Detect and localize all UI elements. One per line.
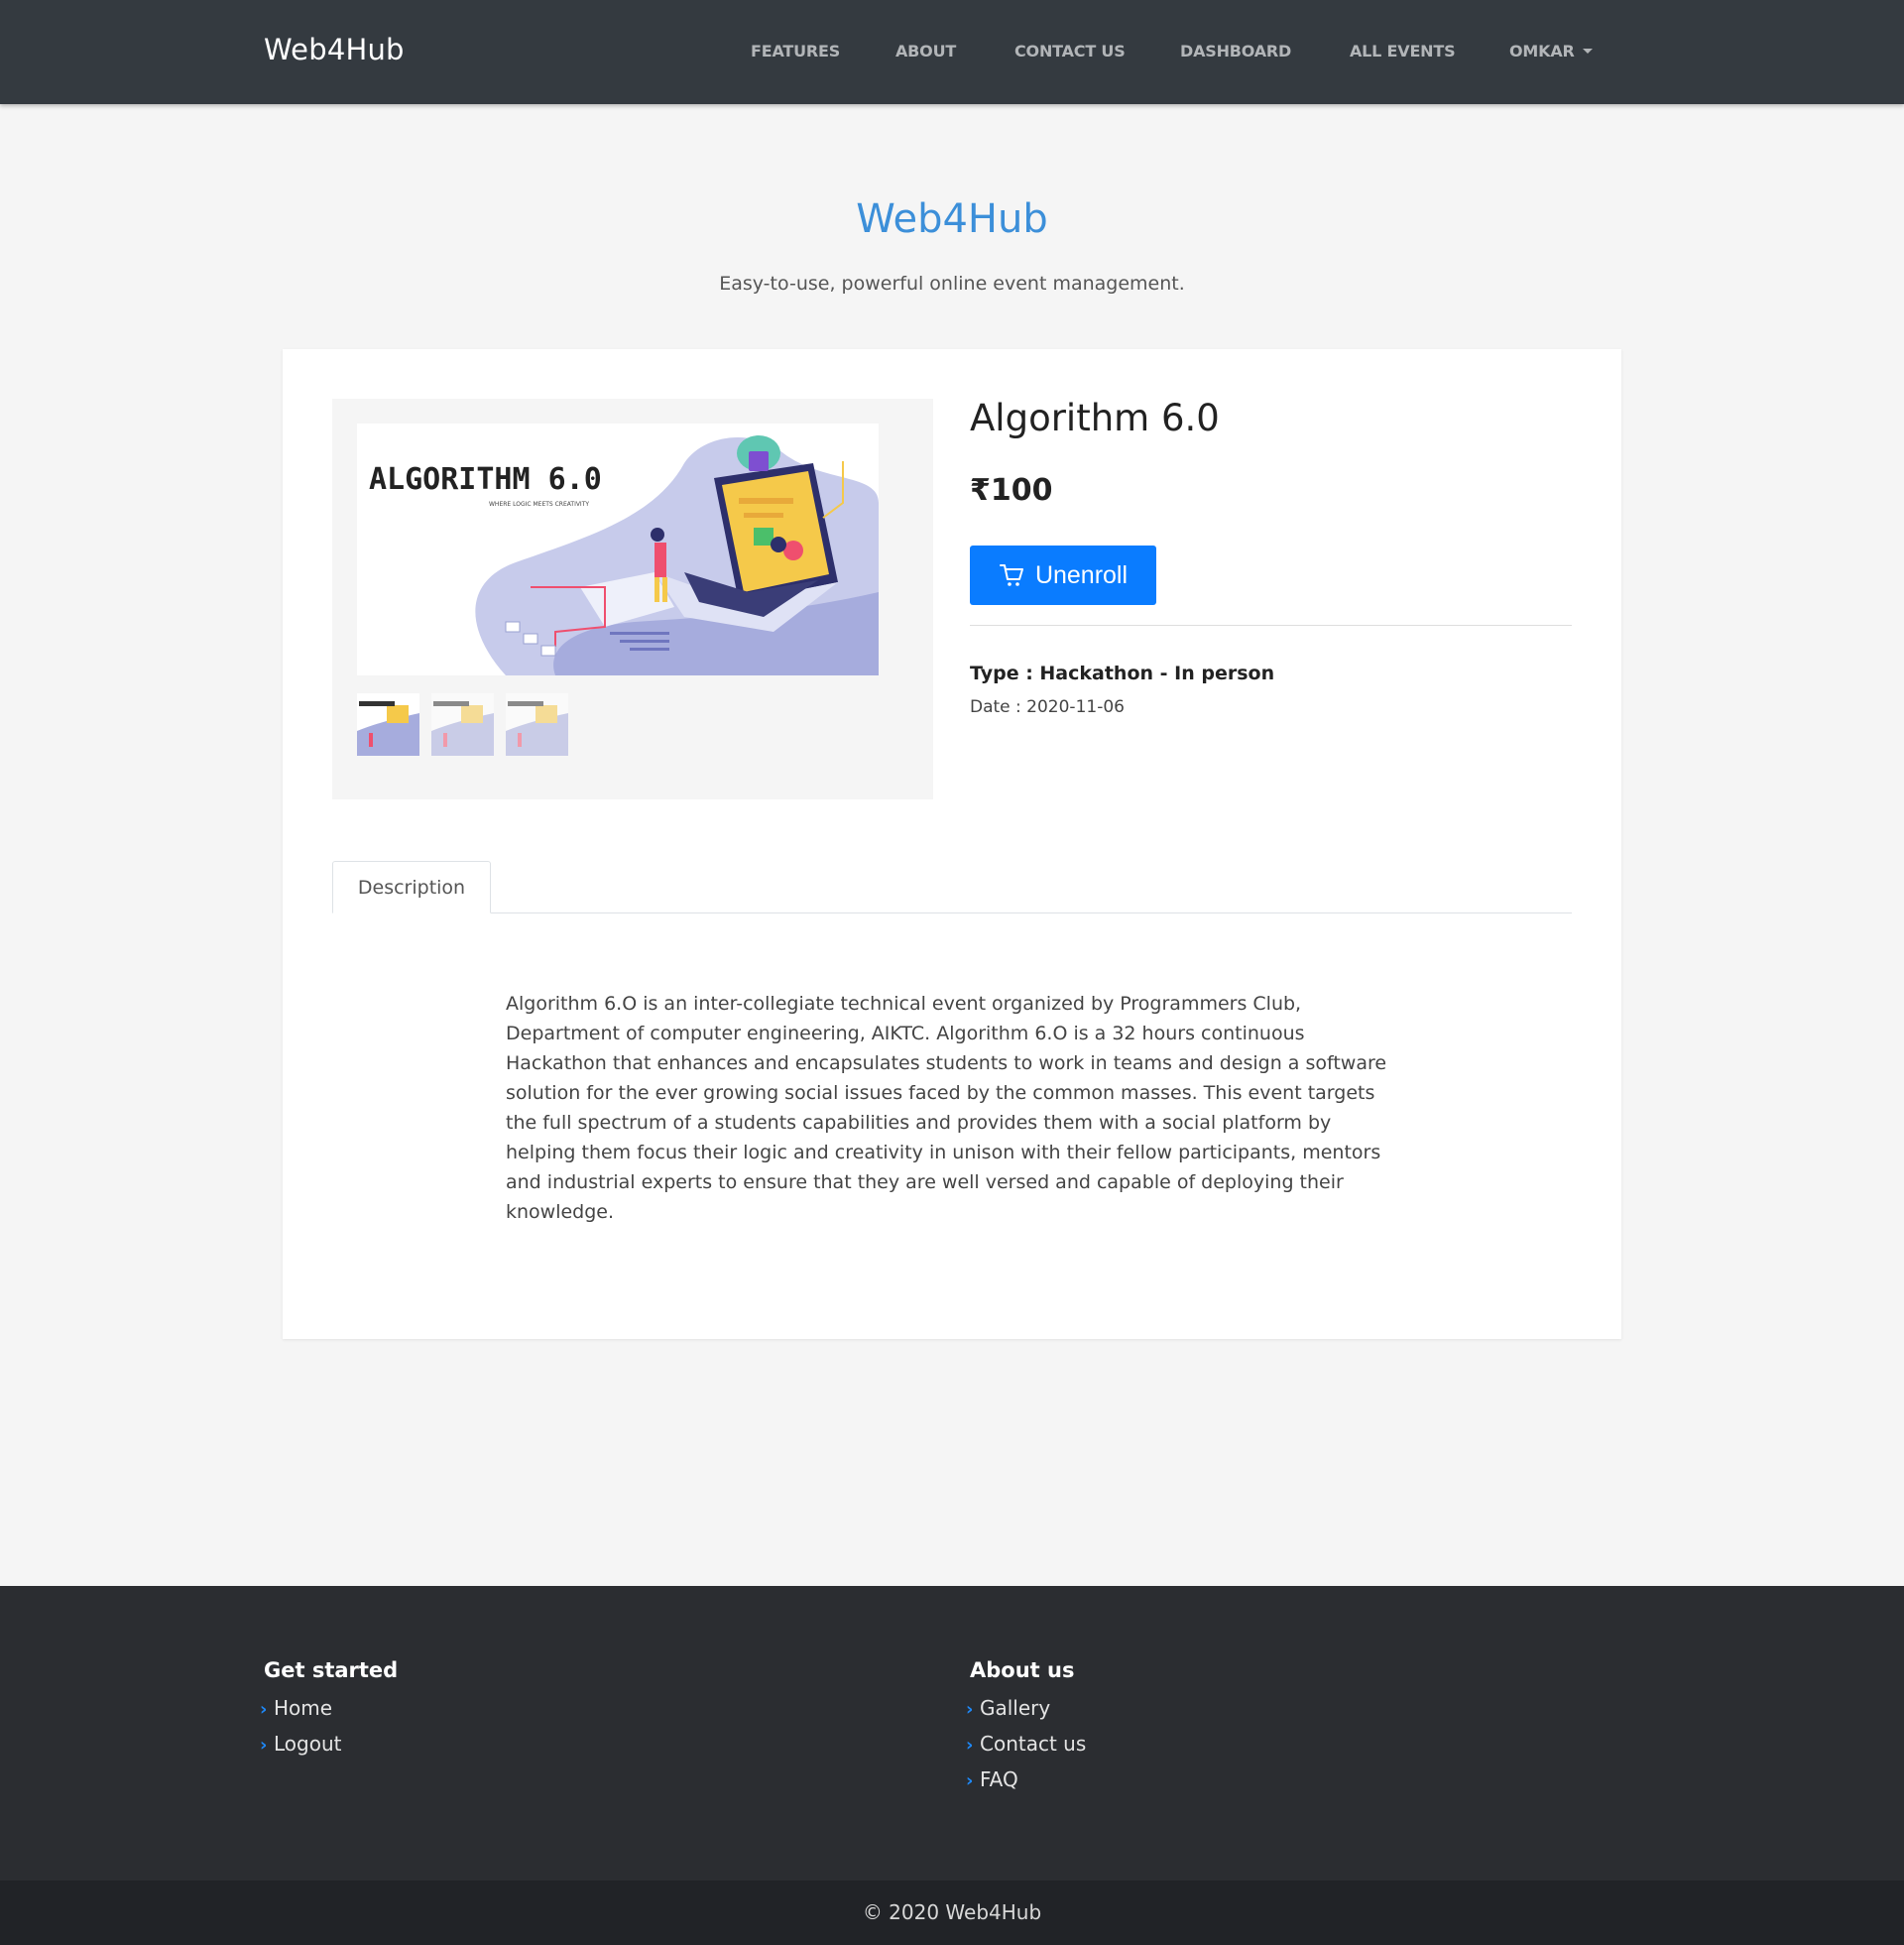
- hero-subtitle: Easy-to-use, powerful online event manag…: [719, 273, 1185, 295]
- nav-item-all-events[interactable]: ALL EVENTS: [1350, 42, 1456, 61]
- thumbnail-image: [431, 693, 494, 756]
- event-type: Type : Hackathon - In person: [970, 663, 1275, 684]
- footer-link-label: Gallery: [980, 1696, 1051, 1720]
- event-image-gallery: ALGORITHM 6.0 WHERE LOGIC MEETS CREATIVI…: [332, 399, 933, 799]
- nav-item-features[interactable]: FEATURES: [751, 42, 840, 61]
- chevron-right-icon: ›: [966, 1699, 974, 1720]
- user-menu-label: OMKAR: [1509, 42, 1575, 61]
- footer-link-label: Home: [274, 1696, 333, 1720]
- unenroll-button-label: Unenroll: [1034, 560, 1129, 589]
- nav-item-dashboard[interactable]: DASHBOARD: [1180, 42, 1291, 61]
- chevron-right-icon: ›: [966, 1735, 974, 1756]
- banner-tagline-text: WHERE LOGIC MEETS CREATIVITY: [489, 501, 589, 508]
- gallery-thumbnail[interactable]: [431, 693, 494, 756]
- footer-link-faq[interactable]: › FAQ: [966, 1763, 1086, 1798]
- nav-item-contact-us[interactable]: CONTACT US: [1014, 42, 1126, 61]
- banner-title-text: ALGORITHM 6.0: [369, 462, 602, 497]
- footer-link-label: FAQ: [980, 1767, 1018, 1791]
- footer-heading-about-us: About us: [970, 1658, 1075, 1682]
- cart-icon: [999, 564, 1023, 586]
- footer-link-contact-us[interactable]: › Contact us: [966, 1727, 1087, 1763]
- hero-title: Web4Hub: [856, 196, 1048, 242]
- site-footer: Get started › Home › Logout About us › Gall…: [0, 1586, 1904, 1881]
- gallery-thumbnail[interactable]: [506, 693, 568, 756]
- footer-about-us: About us › Gallery › Contact us › FAQ: [966, 1658, 1087, 1798]
- thumbnail-image: [357, 693, 419, 756]
- event-detail-card: ALGORITHM 6.0 WHERE LOGIC MEETS CREATIVI…: [283, 349, 1621, 1339]
- top-navbar: Web4Hub FEATURES ABOUT CONTACT US DASHBO…: [0, 0, 1904, 104]
- user-menu-dropdown[interactable]: OMKAR: [1509, 42, 1593, 61]
- footer-get-started: Get started › Home › Logout: [260, 1658, 399, 1763]
- tab-description[interactable]: Description: [332, 861, 491, 913]
- event-banner-illustration: ALGORITHM 6.0 WHERE LOGIC MEETS CREATIVI…: [357, 424, 879, 675]
- details-divider: [970, 625, 1572, 626]
- footer-link-label: Logout: [274, 1732, 342, 1756]
- chevron-right-icon: ›: [260, 1699, 268, 1720]
- footer-link-label: Contact us: [980, 1732, 1087, 1756]
- unenroll-button[interactable]: Unenroll: [970, 546, 1156, 605]
- tabs-border: [332, 912, 1572, 913]
- brand-logo[interactable]: Web4Hub: [264, 33, 405, 66]
- copyright-bar: © 2020 Web4Hub: [0, 1881, 1904, 1945]
- chevron-right-icon: ›: [260, 1735, 268, 1756]
- thumbnail-image: [506, 693, 568, 756]
- event-title: Algorithm 6.0: [970, 397, 1220, 439]
- chevron-right-icon: ›: [966, 1770, 974, 1791]
- footer-link-gallery[interactable]: › Gallery: [966, 1691, 1086, 1727]
- event-description: Algorithm 6.O is an inter-collegiate tec…: [506, 993, 1387, 1223]
- event-main-image[interactable]: ALGORITHM 6.0 WHERE LOGIC MEETS CREATIVI…: [357, 424, 879, 675]
- nav-item-about[interactable]: ABOUT: [895, 42, 956, 61]
- event-price: ₹100: [970, 473, 1053, 508]
- footer-heading-get-started: Get started: [264, 1658, 399, 1682]
- event-date: Date : 2020-11-06: [970, 697, 1125, 717]
- caret-down-icon: [1582, 49, 1593, 54]
- footer-link-logout[interactable]: › Logout: [260, 1727, 398, 1763]
- gallery-thumbnail[interactable]: [357, 693, 419, 756]
- footer-link-home[interactable]: › Home: [260, 1691, 398, 1727]
